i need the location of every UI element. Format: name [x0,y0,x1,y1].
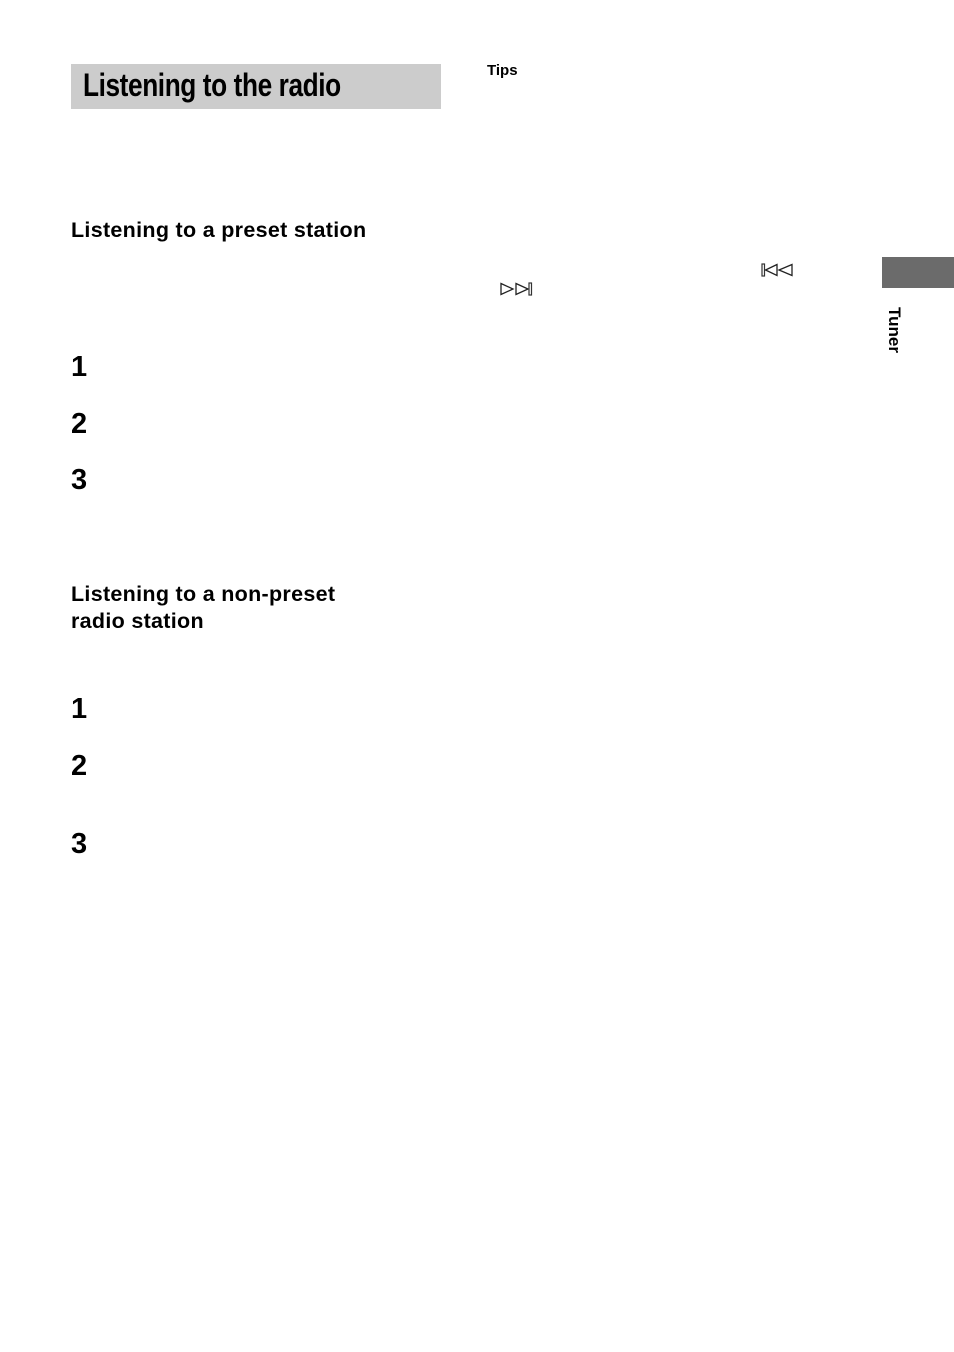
step-number: 1 [71,693,88,725]
step-number: 3 [71,464,88,496]
section-heading-preset-station: Listening to a preset station [71,218,367,242]
section-heading-line: Listening to a non-preset [71,582,336,606]
step-number: 1 [71,351,88,383]
chapter-tab [882,257,954,288]
previous-track-icon [761,263,793,277]
section-heading-non-preset-station: Listening to a non-preset radio station [71,581,335,635]
step-number: 2 [71,408,88,440]
step-number: 2 [71,750,88,782]
page-title: Listening to the radio [83,67,341,103]
tips-label: Tips [487,62,518,79]
page-title-box: Listening to the radio [71,64,441,109]
next-track-icon [500,282,533,296]
chapter-tab-label: Tuner [885,307,904,353]
section-heading-line: radio station [71,609,204,633]
step-number: 3 [71,828,88,860]
